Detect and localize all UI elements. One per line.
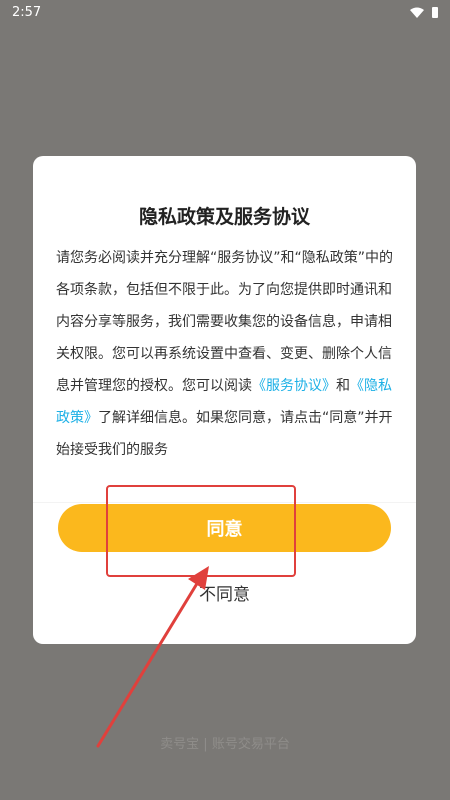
footer-brand: 卖号宝 | 账号交易平台 (160, 737, 290, 752)
annotation-arrow (96, 566, 209, 748)
